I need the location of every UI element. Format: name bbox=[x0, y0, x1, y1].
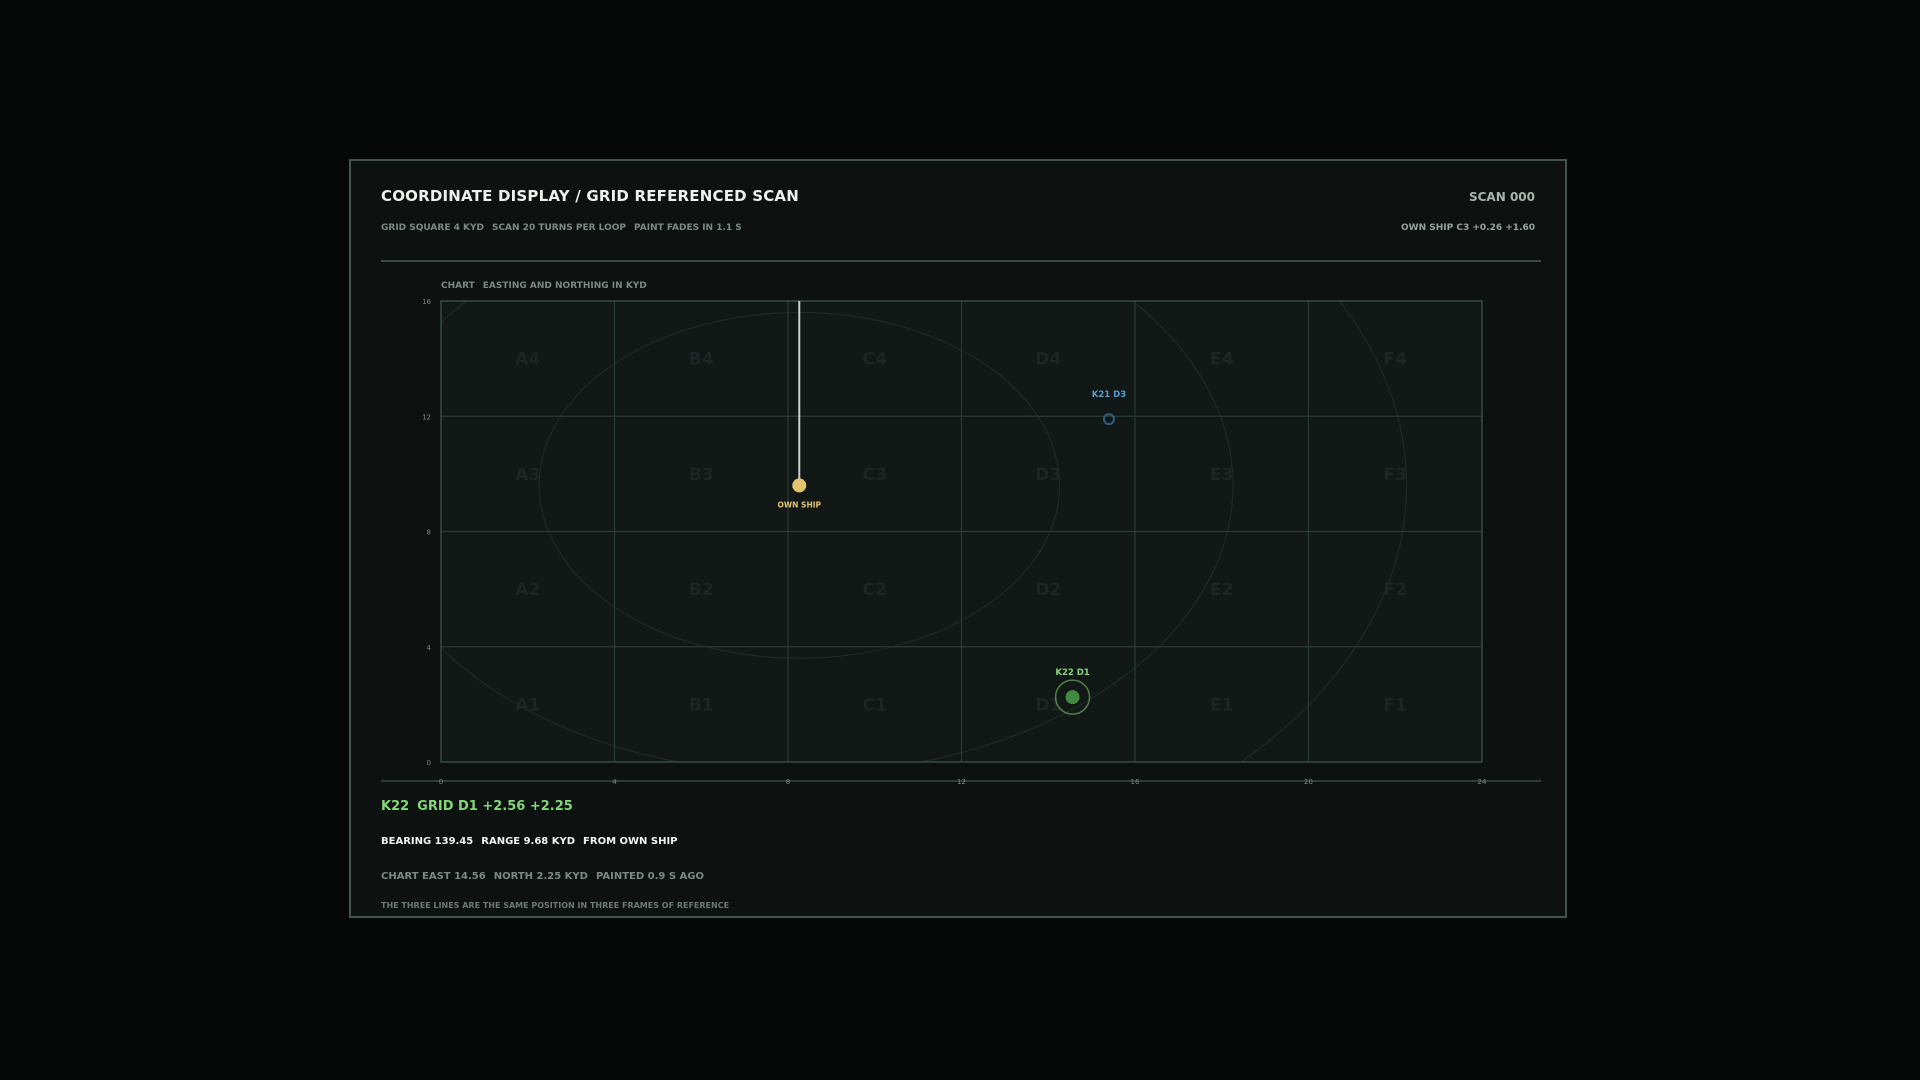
x-tick-label: 4 bbox=[612, 778, 617, 786]
grid-cell-label: E2 bbox=[1210, 580, 1233, 600]
grid-cell-label: A2 bbox=[515, 580, 540, 600]
x-tick-label: 20 bbox=[1304, 778, 1313, 786]
grid-cell-label: D4 bbox=[1035, 350, 1061, 370]
grid-cell-label: E1 bbox=[1210, 695, 1233, 715]
grid-cell-label: B1 bbox=[689, 695, 714, 715]
grid-cell-label: F2 bbox=[1384, 580, 1407, 600]
y-tick-label: 4 bbox=[427, 644, 432, 652]
grid-cell-label: C1 bbox=[863, 695, 887, 715]
x-tick-label: 16 bbox=[1131, 778, 1140, 786]
grid-cell-label: B3 bbox=[689, 465, 714, 485]
grid-cell-label: D2 bbox=[1035, 580, 1061, 600]
y-tick-label: 16 bbox=[422, 298, 431, 306]
contact-grid-readout: K22 GRID D1 +2.56 +2.25 bbox=[381, 799, 573, 814]
contact-id: K22 bbox=[381, 799, 410, 814]
contact-marker[interactable] bbox=[1065, 690, 1080, 705]
chart-readout: CHART EAST 14.56 NORTH 2.25 KYD PAINTED 0.… bbox=[381, 871, 704, 882]
grid-cell-label: F3 bbox=[1384, 465, 1407, 485]
grid-cell-label: D3 bbox=[1035, 465, 1061, 485]
bearing-value: BEARING 139.45 bbox=[381, 836, 474, 847]
grid-cell-label: C3 bbox=[863, 465, 887, 485]
grid-cell-label: E3 bbox=[1210, 465, 1233, 485]
y-tick-label: 8 bbox=[427, 529, 431, 537]
contact-label: K22 D1 bbox=[1055, 668, 1089, 678]
grid-cell-label: B2 bbox=[689, 580, 714, 600]
bearing-readout: BEARING 139.45 RANGE 9.68 KYD FROM OWN SHI… bbox=[381, 836, 678, 847]
own-ship-marker bbox=[792, 478, 807, 493]
grid-cell-label: F4 bbox=[1384, 350, 1408, 370]
chart-label: CHART EASTING AND NORTHING IN KYD bbox=[441, 281, 647, 291]
x-tick-label: 12 bbox=[957, 778, 966, 786]
painted-age: PAINTED 0.9 S AGO bbox=[595, 871, 704, 882]
x-tick-label: 8 bbox=[786, 778, 790, 786]
grid-cell-label: A3 bbox=[515, 465, 540, 485]
scan-panel: COORDINATE DISPLAY / GRID REFERENCED SCA… bbox=[349, 159, 1567, 918]
grid-cell-label: C2 bbox=[863, 580, 887, 600]
grid-cell-label: C4 bbox=[863, 350, 887, 370]
grid-cell-label: B4 bbox=[689, 350, 714, 370]
y-tick-label: 0 bbox=[427, 759, 431, 767]
y-tick-label: 12 bbox=[422, 413, 431, 421]
contact-grid-ref: GRID D1 +2.56 +2.25 bbox=[417, 799, 573, 814]
grid-cell-label: A4 bbox=[515, 350, 540, 370]
chart-north-value: NORTH 2.25 KYD bbox=[493, 871, 588, 882]
range-value: RANGE 9.68 KYD bbox=[481, 836, 576, 847]
x-tick-label: 0 bbox=[439, 778, 443, 786]
grid-cell-label: F1 bbox=[1384, 695, 1407, 715]
own-ship-label: OWN SHIP bbox=[778, 500, 822, 509]
grid-cell-label: E4 bbox=[1210, 350, 1234, 370]
reference-frame: FROM OWN SHIP bbox=[583, 836, 678, 847]
contact-label: K21 D3 bbox=[1092, 390, 1126, 400]
x-tick-label: 24 bbox=[1478, 778, 1487, 786]
chart-east-value: CHART EAST 14.56 bbox=[381, 871, 486, 882]
footnote: THE THREE LINES ARE THE SAME POSITION IN… bbox=[381, 901, 730, 910]
